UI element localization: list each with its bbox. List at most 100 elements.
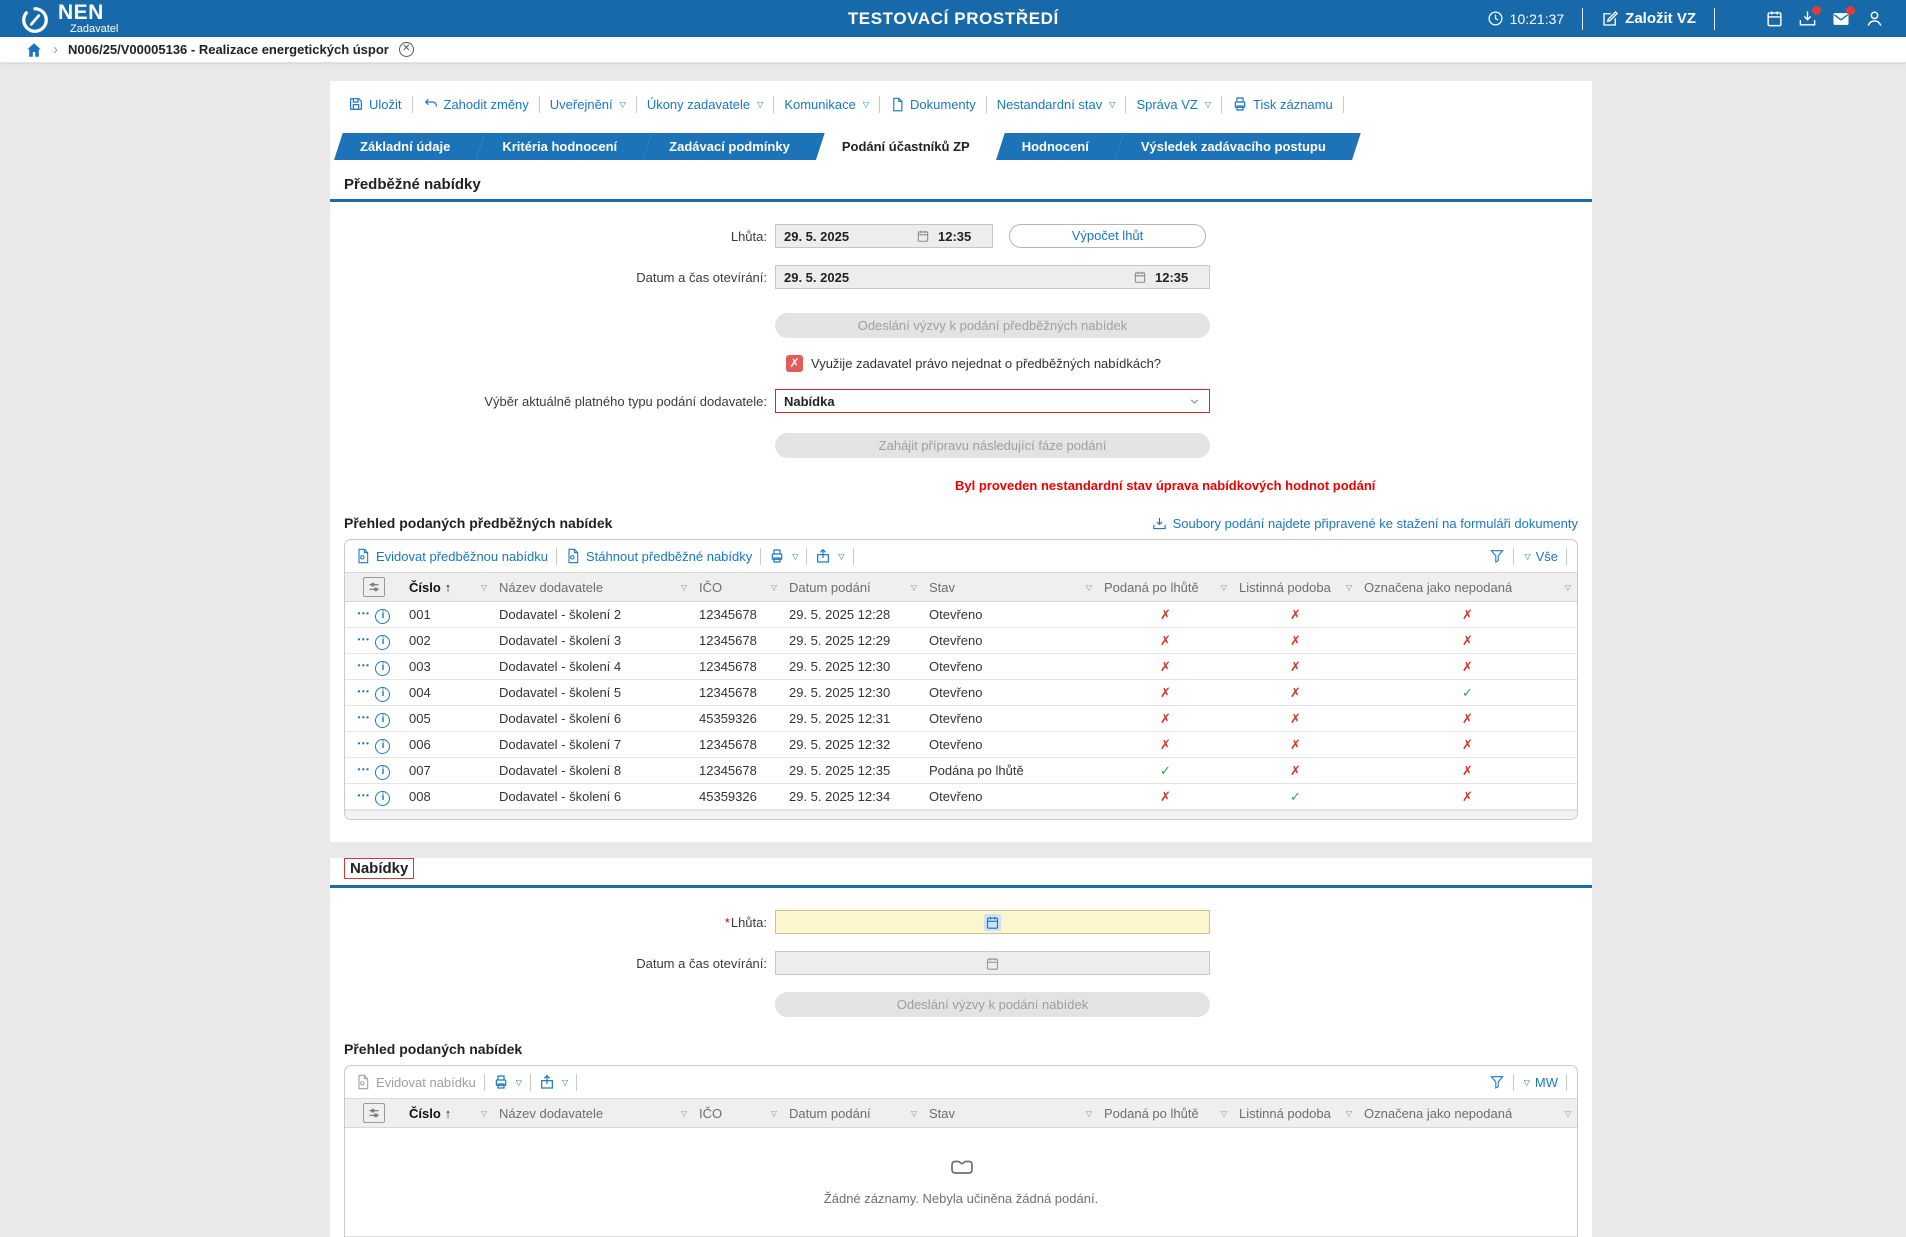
info-icon[interactable]: i bbox=[375, 738, 391, 754]
info-icon[interactable]: i bbox=[375, 712, 391, 728]
filter-triangle-icon[interactable]: ▽ bbox=[1565, 1109, 1571, 1118]
filter-triangle-icon[interactable]: ▽ bbox=[1346, 583, 1352, 592]
tab-kriteria-hodnoceni[interactable]: Kritéria hodnocení bbox=[476, 133, 643, 160]
typ-podani-select[interactable]: Nabídka bbox=[775, 389, 1210, 413]
info-icon[interactable]: i bbox=[375, 790, 391, 806]
documents-button[interactable]: Dokumenty bbox=[880, 97, 986, 112]
menu-icon[interactable] bbox=[1733, 12, 1751, 26]
contracting-actions-menu[interactable]: Úkony zadavatele ▽ bbox=[637, 97, 774, 112]
row-actions-icon[interactable]: ••• bbox=[358, 765, 371, 774]
print-record-button[interactable]: Tisk záznamu bbox=[1222, 96, 1343, 112]
column-settings-header[interactable] bbox=[345, 572, 403, 602]
column-header-ico[interactable]: IČO ▽ bbox=[693, 572, 783, 602]
column-header-nepodana[interactable]: Označena jako nepodaná ▽ bbox=[1358, 1098, 1577, 1128]
vypocet-lhut-button[interactable]: Výpočet lhůt bbox=[1009, 224, 1206, 248]
filter-triangle-icon[interactable]: ▽ bbox=[1221, 1109, 1227, 1118]
column-header-stav[interactable]: Stav ▽ bbox=[923, 1098, 1098, 1128]
send-predbezne-vyzva-button[interactable]: Odeslání výzvy k podání předběžných nabí… bbox=[775, 313, 1210, 338]
column-header-po-lhute[interactable]: Podaná po lhůtě ▽ bbox=[1098, 1098, 1233, 1128]
evidovat-nabidku-button[interactable]: Evidovat nabídku bbox=[355, 1074, 476, 1090]
export-table-button[interactable]: ▽ bbox=[815, 548, 845, 564]
table-row[interactable]: ••• i 007 Dodavatel - školení 8 12345678 29.… bbox=[345, 757, 1577, 784]
info-icon[interactable]: i bbox=[375, 764, 391, 780]
stahnout-predbezne-button[interactable]: Stáhnout předběžné nabídky bbox=[565, 548, 752, 564]
tab-podani-ucastniku-zp[interactable]: Podání účastníků ZP bbox=[816, 133, 996, 160]
oteviani2-input[interactable] bbox=[775, 951, 1210, 975]
table-row[interactable]: ••• i 008 Dodavatel - školení 6 45359326 29.… bbox=[345, 783, 1577, 810]
tab-zakladni-udaje[interactable]: Základní údaje bbox=[334, 133, 476, 160]
save-button[interactable]: Uložit bbox=[338, 96, 412, 112]
evidovat-predbeznou-button[interactable]: Evidovat předběžnou nabídku bbox=[355, 548, 548, 564]
table-row[interactable]: ••• i 003 Dodavatel - školení 4 12345678 29.… bbox=[345, 653, 1577, 680]
filter-triangle-icon[interactable]: ▽ bbox=[681, 1109, 687, 1118]
tab-zadavaci-podminky[interactable]: Zadávací podmínky bbox=[643, 133, 816, 160]
filter-triangle-icon[interactable]: ▽ bbox=[1086, 1109, 1092, 1118]
column-header-listinna[interactable]: Listinná podoba ▽ bbox=[1233, 572, 1358, 602]
row-actions-icon[interactable]: ••• bbox=[358, 687, 371, 696]
send-nabidky-vyzva-button[interactable]: Odeslání výzvy k podání nabídek bbox=[775, 992, 1210, 1017]
column-header-nepodana[interactable]: Označena jako nepodaná ▽ bbox=[1358, 572, 1577, 602]
column-header-datum[interactable]: Datum podání ▽ bbox=[783, 1098, 923, 1128]
breadcrumb-item[interactable]: N006/25/V00005136 - Realizace energetick… bbox=[68, 42, 389, 57]
view-selector[interactable]: ▽ Vše bbox=[1522, 549, 1558, 564]
info-icon[interactable]: i bbox=[375, 660, 391, 676]
print-table-button[interactable]: ▽ bbox=[769, 548, 798, 564]
nonstandard-state-menu[interactable]: Nestandardní stav ▽ bbox=[987, 97, 1126, 112]
print-table-button[interactable]: ▽ bbox=[493, 1074, 522, 1090]
row-actions-icon[interactable]: ••• bbox=[358, 713, 371, 722]
filter-triangle-icon[interactable]: ▽ bbox=[911, 1109, 917, 1118]
column-settings-header[interactable] bbox=[345, 1098, 403, 1128]
lhuta2-input[interactable] bbox=[775, 910, 1210, 934]
vz-admin-menu[interactable]: Správa VZ ▽ bbox=[1126, 97, 1221, 112]
tab-hodnoceni[interactable]: Hodnocení bbox=[996, 133, 1115, 160]
table-row[interactable]: ••• i 006 Dodavatel - školení 7 12345678 29.… bbox=[345, 731, 1577, 758]
table-row[interactable]: ••• i 005 Dodavatel - školení 6 45359326 29.… bbox=[345, 705, 1577, 732]
row-actions-icon[interactable]: ••• bbox=[358, 739, 371, 748]
view-selector[interactable]: ▽ MW bbox=[1522, 1075, 1558, 1090]
checkbox-cross-icon[interactable]: ✗ bbox=[786, 355, 803, 372]
column-header-nazev[interactable]: Název dodavatele ▽ bbox=[493, 572, 693, 602]
column-header-po-lhute[interactable]: Podaná po lhůtě ▽ bbox=[1098, 572, 1233, 602]
lhuta-input[interactable]: 29. 5. 2025 12:35 bbox=[775, 224, 993, 248]
filter-triangle-icon[interactable]: ▽ bbox=[1565, 583, 1571, 592]
row-actions-icon[interactable]: ••• bbox=[358, 635, 371, 644]
communication-menu[interactable]: Komunikace ▽ bbox=[774, 97, 879, 112]
info-icon[interactable]: i bbox=[375, 608, 391, 624]
row-actions-icon[interactable]: ••• bbox=[358, 609, 371, 618]
filter-triangle-icon[interactable]: ▽ bbox=[481, 583, 487, 592]
filter-triangle-icon[interactable]: ▽ bbox=[481, 1109, 487, 1118]
next-phase-button[interactable]: Zahájit přípravu následující fáze podání bbox=[775, 433, 1210, 458]
files-download-link[interactable]: Soubory podání najdete připravené ke sta… bbox=[1152, 516, 1578, 531]
close-icon[interactable]: ✕ bbox=[398, 42, 414, 57]
filter-triangle-icon[interactable]: ▽ bbox=[911, 583, 917, 592]
column-header-cislo[interactable]: Číslo ↑ ▽ bbox=[403, 572, 493, 602]
account-button[interactable] bbox=[1865, 9, 1884, 28]
column-header-nazev[interactable]: Název dodavatele ▽ bbox=[493, 1098, 693, 1128]
table-row[interactable]: ••• i 001 Dodavatel - školení 2 12345678 29.… bbox=[345, 601, 1577, 628]
calendar-button[interactable] bbox=[1765, 9, 1784, 28]
filter-triangle-icon[interactable]: ▽ bbox=[771, 1109, 777, 1118]
column-header-stav[interactable]: Stav ▽ bbox=[923, 572, 1098, 602]
row-actions-icon[interactable]: ••• bbox=[358, 661, 371, 670]
home-icon[interactable] bbox=[25, 41, 43, 59]
table-row[interactable]: ••• i 004 Dodavatel - školení 5 12345678 29.… bbox=[345, 679, 1577, 706]
filter-triangle-icon[interactable]: ▽ bbox=[1086, 583, 1092, 592]
filter-triangle-icon[interactable]: ▽ bbox=[681, 583, 687, 592]
info-icon[interactable]: i bbox=[375, 686, 391, 702]
create-vz-button[interactable]: Založit VZ bbox=[1601, 10, 1696, 28]
column-header-datum[interactable]: Datum podání ▽ bbox=[783, 572, 923, 602]
messages-button[interactable] bbox=[1831, 5, 1855, 29]
filter-triangle-icon[interactable]: ▽ bbox=[771, 583, 777, 592]
column-header-ico[interactable]: IČO ▽ bbox=[693, 1098, 783, 1128]
discard-changes-button[interactable]: Zahodit změny bbox=[413, 96, 539, 112]
column-header-listinna[interactable]: Listinná podoba ▽ bbox=[1233, 1098, 1358, 1128]
filter-button[interactable] bbox=[1489, 1074, 1505, 1090]
tab-vysledek-zadavaciho-postupu[interactable]: Výsledek zadávacího postupu bbox=[1115, 133, 1352, 160]
filter-triangle-icon[interactable]: ▽ bbox=[1221, 583, 1227, 592]
row-actions-icon[interactable]: ••• bbox=[358, 791, 371, 800]
export-table-button[interactable]: ▽ bbox=[539, 1074, 568, 1090]
column-header-cislo[interactable]: Číslo ↑ ▽ bbox=[403, 1098, 493, 1128]
publish-menu[interactable]: Uveřejnění ▽ bbox=[540, 97, 636, 112]
table-row[interactable]: ••• i 002 Dodavatel - školení 3 12345678 29.… bbox=[345, 627, 1577, 654]
downloads-button[interactable] bbox=[1798, 6, 1821, 28]
